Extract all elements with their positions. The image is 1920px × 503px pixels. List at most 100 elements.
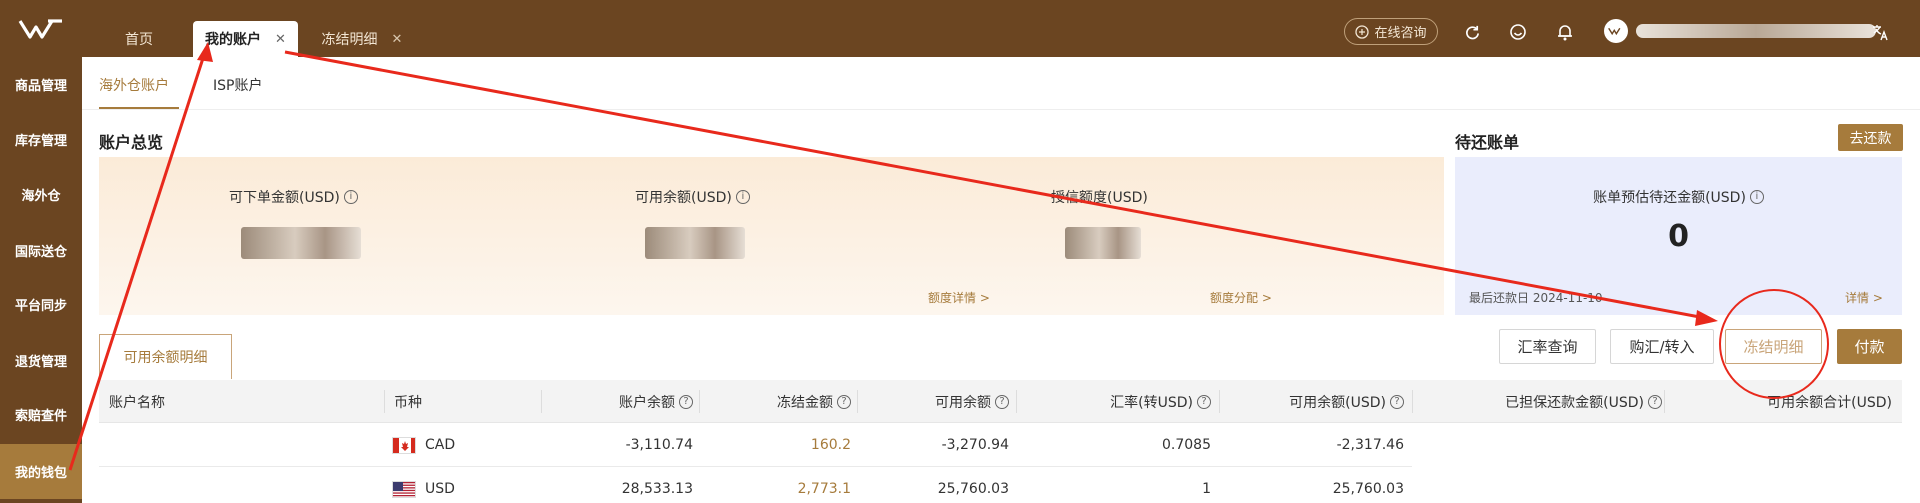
pending-amount-label: 账单预估待还金额(USD) i bbox=[1455, 187, 1902, 207]
pending-bill-card: 账单预估待还金额(USD) i 0 最后还款日 2024-11-10 详情 > bbox=[1455, 157, 1902, 315]
tab-my-account[interactable]: 我的账户 ✕ bbox=[193, 21, 298, 57]
overview-title: 账户总览 bbox=[99, 133, 164, 152]
bell-icon[interactable] bbox=[1555, 22, 1575, 42]
column-header: 可用余额合计(USD) bbox=[1767, 394, 1892, 411]
close-icon[interactable]: ✕ bbox=[392, 32, 403, 47]
column-header-text: 汇率(转USD) bbox=[1110, 394, 1193, 411]
active-tab-underline bbox=[99, 107, 179, 109]
help-icon[interactable]: ? bbox=[1390, 394, 1404, 409]
available-usd-cell: 25,760.03 bbox=[1332, 481, 1404, 497]
sidebar-item-label: 平台同步 bbox=[14, 299, 67, 314]
avatar bbox=[1604, 19, 1628, 43]
column-header-text: 账户余额 bbox=[619, 394, 675, 411]
pay-button[interactable]: 付款 bbox=[1837, 329, 1902, 364]
refresh-icon[interactable] bbox=[1462, 22, 1482, 42]
balance-cell: -3,110.74 bbox=[625, 437, 693, 453]
close-icon[interactable]: ✕ bbox=[275, 32, 286, 47]
exchange-transfer-button[interactable]: 购汇/转入 bbox=[1610, 329, 1714, 364]
pending-amount-text: 账单预估待还金额(USD) bbox=[1593, 190, 1746, 206]
table-row: USD 28,533.13 2,773.1 25,760.03 1 25,760… bbox=[99, 467, 1412, 503]
sidebar-item-label: 库存管理 bbox=[14, 134, 67, 149]
column-header-text: 可用余额 bbox=[935, 394, 991, 411]
sidebar-item-international-delivery[interactable]: 国际送仓 bbox=[0, 223, 82, 278]
balance-cell: 28,533.13 bbox=[621, 481, 693, 497]
rate-cell: 0.7085 bbox=[1162, 437, 1211, 453]
sidebar-item-label: 海外仓 bbox=[21, 189, 61, 204]
redacted-available-balance bbox=[645, 227, 745, 259]
info-icon[interactable]: i bbox=[1749, 190, 1764, 204]
tab-home-label: 首页 bbox=[125, 32, 153, 48]
online-consult-button[interactable]: 在线咨询 bbox=[1344, 18, 1438, 45]
tab-isp-account[interactable]: ISP账户 bbox=[213, 75, 262, 95]
help-icon[interactable]: ? bbox=[995, 394, 1009, 409]
sidebar: 商品管理 库存管理 海外仓 国际送仓 平台同步 退货管理 索赔查件 我的钱包 bbox=[0, 57, 82, 503]
tab-home[interactable]: 首页 bbox=[104, 21, 174, 57]
column-header-text: 已担保还款金额(USD) bbox=[1505, 394, 1644, 411]
account-tabs bbox=[82, 57, 1920, 110]
canada-flag-icon bbox=[392, 436, 416, 454]
chat-icon bbox=[1355, 24, 1370, 39]
due-date: 最后还款日 2024-11-10 bbox=[1469, 291, 1603, 305]
rate-cell: 1 bbox=[1202, 481, 1211, 497]
sidebar-item-label: 商品管理 bbox=[14, 79, 67, 94]
column-header: 币种 bbox=[394, 394, 422, 411]
currency-cell: CAD bbox=[392, 423, 455, 467]
available-cell: 25,760.03 bbox=[937, 481, 1009, 497]
brand-logo[interactable] bbox=[0, 0, 82, 57]
pending-detail-link[interactable]: 详情 > bbox=[1845, 289, 1883, 306]
column-header-text: 可用余额(USD) bbox=[1289, 394, 1386, 411]
top-bar: 首页 我的账户 ✕ 冻结明细 ✕ 在线咨询 bbox=[0, 0, 1920, 57]
help-icon[interactable]: ? bbox=[1197, 394, 1211, 409]
logo-icon bbox=[18, 18, 62, 39]
tab-frozen-detail[interactable]: 冻结明细 ✕ bbox=[312, 21, 412, 57]
sidebar-item-label: 退货管理 bbox=[14, 355, 67, 370]
sidebar-item-overseas-warehouse[interactable]: 海外仓 bbox=[0, 167, 82, 222]
usa-flag-icon bbox=[392, 480, 416, 498]
table-header: 账户名称 币种 账户余额 ? 冻结金额 ? 可用余额 ? 汇率(转USD) ? … bbox=[99, 380, 1902, 423]
frozen-amount-link[interactable]: 160.2 bbox=[699, 423, 851, 467]
frozen-amount-link[interactable]: 2,773.1 bbox=[699, 467, 851, 503]
sidebar-item-inventory[interactable]: 库存管理 bbox=[0, 112, 82, 167]
available-balance-detail-tab[interactable]: 可用余额明细 bbox=[99, 334, 232, 379]
emoji-icon[interactable] bbox=[1508, 22, 1528, 42]
translate-icon[interactable] bbox=[1870, 22, 1890, 42]
column-header: 汇率(转USD) ? bbox=[1016, 380, 1211, 423]
info-icon[interactable]: i bbox=[735, 190, 750, 204]
column-divider bbox=[384, 390, 385, 413]
sidebar-item-returns[interactable]: 退货管理 bbox=[0, 333, 82, 388]
column-header: 账户名称 bbox=[109, 394, 165, 411]
sidebar-item-products[interactable]: 商品管理 bbox=[0, 57, 82, 112]
user-menu[interactable] bbox=[1604, 19, 1884, 43]
limit-allocation-link[interactable]: 额度分配 > bbox=[1210, 289, 1272, 306]
orderable-amount-label: 可下单金额(USD) i bbox=[229, 187, 358, 207]
tab-my-account-label: 我的账户 bbox=[205, 32, 262, 48]
frozen-detail-button[interactable]: 冻结明细 bbox=[1725, 329, 1822, 364]
help-icon[interactable]: ? bbox=[837, 394, 851, 409]
table-row: CAD -3,110.74 160.2 -3,270.94 0.7085 -2,… bbox=[99, 423, 1412, 467]
help-icon[interactable]: ? bbox=[679, 394, 693, 409]
info-icon[interactable]: i bbox=[343, 190, 358, 204]
redacted-credit-limit bbox=[1065, 227, 1141, 259]
column-header: 已担保还款金额(USD) ? bbox=[1412, 380, 1662, 423]
redacted-username bbox=[1636, 24, 1876, 38]
online-consult-label: 在线咨询 bbox=[1374, 26, 1427, 41]
limit-detail-link[interactable]: 额度详情 > bbox=[928, 289, 990, 306]
tab-overseas-account[interactable]: 海外仓账户 bbox=[99, 75, 169, 95]
repay-button[interactable]: 去还款 bbox=[1838, 124, 1903, 151]
column-header: 可用余额 ? bbox=[857, 380, 1009, 423]
available-balance-text: 可用余额(USD) bbox=[635, 190, 732, 206]
column-header: 可用余额(USD) ? bbox=[1219, 380, 1404, 423]
sidebar-item-label: 索赔查件 bbox=[14, 409, 67, 424]
logo-icon bbox=[1608, 27, 1621, 36]
sidebar-item-platform-sync[interactable]: 平台同步 bbox=[0, 277, 82, 332]
currency-cell: USD bbox=[392, 467, 455, 503]
sidebar-item-claims[interactable]: 索赔查件 bbox=[0, 387, 82, 442]
sidebar-item-wallet[interactable]: 我的钱包 bbox=[0, 444, 82, 499]
available-cell: -3,270.94 bbox=[941, 437, 1009, 453]
column-header-text: 冻结金额 bbox=[777, 394, 833, 411]
currency-code: CAD bbox=[425, 437, 456, 453]
available-balance-label: 可用余额(USD) i bbox=[635, 187, 750, 207]
sidebar-item-label: 国际送仓 bbox=[14, 245, 67, 260]
rate-query-button[interactable]: 汇率查询 bbox=[1499, 329, 1596, 364]
help-icon[interactable]: ? bbox=[1648, 394, 1662, 409]
